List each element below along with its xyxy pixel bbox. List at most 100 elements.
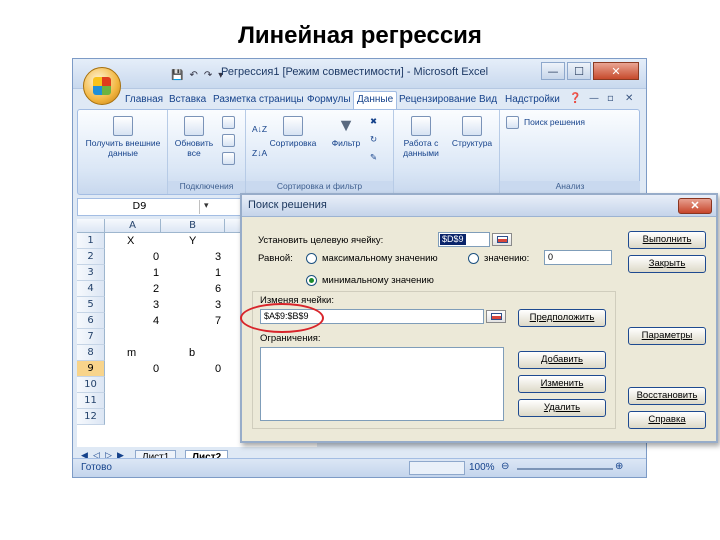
help-button[interactable]: Справка	[628, 411, 706, 429]
delete-constraint-button[interactable]: Удалить	[518, 399, 606, 417]
row-header[interactable]: 3	[77, 265, 105, 281]
sort-az-icon[interactable]: A↓Z	[252, 124, 267, 134]
row-header[interactable]: 10	[77, 377, 105, 393]
filter-button[interactable]: ▼ Фильтр	[326, 116, 366, 148]
cell-b5[interactable]: 3	[215, 297, 221, 313]
row-header-selected[interactable]: 9	[77, 361, 105, 377]
zoom-level[interactable]: 100%	[469, 462, 495, 473]
cell-a2[interactable]: 0	[153, 249, 159, 265]
office-button[interactable]	[83, 67, 121, 105]
solver-button[interactable]: Поиск решения	[524, 117, 585, 127]
ribbon-minimize-icon[interactable]: —	[589, 93, 599, 104]
view-buttons[interactable]	[409, 461, 465, 475]
group-analysis: Поиск решения Анализ	[500, 110, 640, 194]
tab-addins[interactable]: Надстройки	[505, 94, 560, 105]
sort-za-icon[interactable]: Z↓A	[252, 148, 267, 158]
clear-filter-icon[interactable]: ✖	[370, 116, 377, 127]
name-box[interactable]: D9	[80, 200, 200, 214]
row-header[interactable]: 2	[77, 249, 105, 265]
ribbon: Получить внешние данные Обновить все Под…	[77, 109, 640, 195]
row-header[interactable]: 7	[77, 329, 105, 345]
external-data-icon	[113, 116, 133, 136]
cell-a3[interactable]: 1	[153, 265, 159, 281]
solve-button[interactable]: Выполнить	[628, 231, 706, 249]
zoom-out-icon[interactable]: ⊖	[501, 461, 509, 472]
tab-formulas[interactable]: Формулы	[307, 94, 351, 105]
cell-b4[interactable]: 6	[215, 281, 221, 297]
cell-a9[interactable]: 0	[153, 361, 159, 377]
ribbon-restore-icon[interactable]: ▫	[607, 93, 614, 104]
slide-title: Линейная регрессия	[238, 22, 482, 49]
advanced-filter-icon[interactable]: ✎	[370, 152, 377, 163]
row-header[interactable]: 4	[77, 281, 105, 297]
dialog-close-button[interactable]: ✕	[678, 198, 712, 214]
outline-button[interactable]: Структура	[448, 116, 496, 148]
constraints-list[interactable]	[260, 347, 504, 421]
radio-min[interactable]	[306, 275, 317, 286]
cell-b1[interactable]: Y	[189, 233, 196, 249]
zoom-in-icon[interactable]: ⊕	[615, 461, 623, 472]
edit-links-icon[interactable]	[222, 152, 235, 165]
maximize-button[interactable]: ☐	[567, 62, 591, 80]
name-box-dropdown-icon[interactable]: ▾	[204, 201, 209, 211]
zoom-slider[interactable]	[517, 468, 613, 470]
target-cell-field[interactable]: $D$9	[438, 232, 490, 247]
cell-b2[interactable]: 3	[215, 249, 221, 265]
tab-data[interactable]: Данные	[353, 91, 398, 109]
value-field[interactable]: 0	[544, 250, 612, 265]
window-title: Регрессия1 [Режим совместимости] - Micro…	[221, 66, 489, 78]
close-button[interactable]: Закрыть	[628, 255, 706, 273]
row-header[interactable]: 11	[77, 393, 105, 409]
redo-icon[interactable]: ↷	[204, 70, 212, 81]
tab-insert[interactable]: Вставка	[169, 94, 206, 105]
refresh-all-button[interactable]: Обновить все	[172, 116, 216, 158]
row-header[interactable]: 1	[77, 233, 105, 249]
column-header-b[interactable]: B	[161, 219, 225, 233]
row-header[interactable]: 12	[77, 409, 105, 425]
change-constraint-button[interactable]: Изменить	[518, 375, 606, 393]
row-header[interactable]: 8	[77, 345, 105, 361]
quick-access-toolbar: 💾 ↶ ↷ ▾	[125, 67, 223, 83]
properties-icon[interactable]	[222, 134, 235, 147]
tab-review[interactable]: Рецензирование	[399, 94, 476, 105]
cell-b8[interactable]: b	[189, 345, 195, 361]
connections-icon[interactable]	[222, 116, 235, 129]
row-header[interactable]: 5	[77, 297, 105, 313]
text-to-columns-icon	[411, 116, 431, 136]
guess-button[interactable]: Предположить	[518, 309, 606, 327]
tab-page-layout[interactable]: Разметка страницы	[213, 94, 304, 105]
save-icon[interactable]: 💾	[171, 70, 183, 81]
reapply-icon[interactable]: ↻	[370, 134, 377, 145]
cell-a1[interactable]: X	[127, 233, 134, 249]
cell-a8[interactable]: m	[127, 345, 136, 361]
sort-button[interactable]: Сортировка	[268, 116, 318, 148]
data-tools-button[interactable]: Работа с данными	[398, 116, 444, 158]
undo-icon[interactable]: ↶	[189, 70, 197, 81]
tab-view[interactable]: Вид	[479, 94, 497, 105]
reset-all-button[interactable]: Восстановить	[628, 387, 706, 405]
row-header[interactable]: 6	[77, 313, 105, 329]
cell-a5[interactable]: 3	[153, 297, 159, 313]
help-icon[interactable]: ❓	[569, 93, 581, 104]
select-all-corner[interactable]	[77, 219, 105, 233]
cell-a4[interactable]: 2	[153, 281, 159, 297]
add-constraint-button[interactable]: Добавить	[518, 351, 606, 369]
cell-b6[interactable]: 7	[215, 313, 221, 329]
cell-b3[interactable]: 1	[215, 265, 221, 281]
target-cell-label: Установить целевую ячейку:	[258, 235, 384, 246]
equal-to-label: Равной:	[258, 253, 293, 264]
radio-max[interactable]	[306, 253, 317, 264]
radio-value[interactable]	[468, 253, 479, 264]
get-external-data-button[interactable]: Получить внешние данные	[82, 116, 164, 158]
cell-b9[interactable]: 0	[215, 361, 221, 377]
title-bar: 💾 ↶ ↷ ▾ Регрессия1 [Режим совместимости]…	[73, 59, 646, 89]
minimize-button[interactable]: —	[541, 62, 565, 80]
status-ready: Готово	[81, 462, 112, 473]
close-window-button[interactable]: ✕	[593, 62, 639, 80]
target-cell-ref-button[interactable]	[492, 233, 512, 246]
tab-home[interactable]: Главная	[125, 94, 163, 105]
cell-a6[interactable]: 4	[153, 313, 159, 329]
column-header-a[interactable]: A	[105, 219, 161, 233]
options-button[interactable]: Параметры	[628, 327, 706, 345]
ribbon-close-icon[interactable]: ✕	[625, 93, 633, 104]
